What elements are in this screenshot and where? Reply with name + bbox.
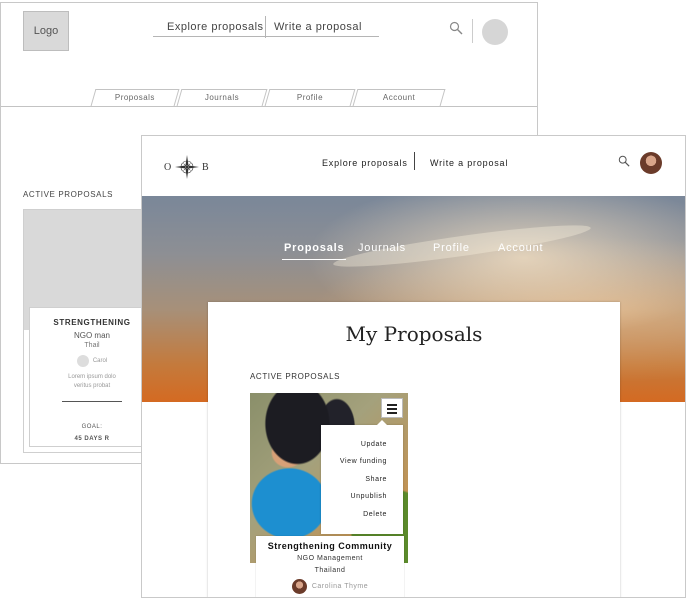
wireframe-card-lorem-2: veritus probat	[73, 383, 111, 389]
proposals-panel: My Proposals ACTIVE PROPOSALS Update Vie…	[208, 302, 620, 597]
menu-item-delete[interactable]: Delete	[363, 511, 387, 518]
site-logo[interactable]: O B	[164, 154, 210, 180]
nav-write-proposal[interactable]: Write a proposal	[430, 158, 508, 168]
wireframe-nav-divider	[265, 16, 266, 38]
card-dropdown-menu: Update View funding Share Unpublish Dele…	[321, 420, 403, 534]
wireframe-proposal-card[interactable]: STRENGTHENING NGO man Thail Carol Lorem …	[23, 209, 154, 453]
wireframe-nav: Explore proposals Write a proposal	[153, 16, 379, 38]
tab-proposals[interactable]: Proposals	[281, 242, 347, 260]
wireframe-tab-proposals[interactable]: Proposals	[90, 89, 180, 106]
wireframe-card-goal: GOAL:	[81, 424, 103, 430]
card-org: NGO Management	[297, 555, 363, 562]
avatar[interactable]	[482, 19, 508, 45]
wireframe-card-title: STRENGTHENING	[53, 318, 131, 327]
wireframe-card-org: NGO man	[73, 331, 110, 340]
wireframe-tab-journals[interactable]: Journals	[176, 89, 268, 106]
card-author-row: Carolina Thyme	[256, 579, 404, 594]
wireframe-card-lorem-1: Lorem ipsum dolo	[68, 374, 116, 380]
menu-caret	[377, 420, 387, 425]
page-title: My Proposals	[345, 322, 483, 346]
wireframe-tab-profile[interactable]: Profile	[264, 89, 356, 106]
tab-account[interactable]: Account	[498, 242, 543, 254]
search-icon[interactable]	[618, 154, 630, 172]
menu-icon[interactable]	[381, 398, 403, 418]
card-title[interactable]: Strengthening Community	[256, 541, 404, 551]
nav-divider	[414, 152, 415, 170]
main-tabs: Proposals Journals Profile Account	[142, 242, 685, 262]
logo-letter-right: B	[202, 162, 209, 173]
menu-item-unpublish[interactable]: Unpublish	[350, 493, 387, 500]
wireframe-tabs: Proposals Journals Profile Account	[1, 89, 537, 107]
wireframe-section-title: ACTIVE PROPOSALS	[23, 190, 114, 199]
avatar	[76, 355, 89, 367]
avatar[interactable]	[640, 152, 662, 174]
tab-profile[interactable]: Profile	[433, 242, 470, 254]
menu-item-share[interactable]: Share	[365, 476, 387, 483]
nav-explore-proposals[interactable]: Explore proposals	[322, 158, 408, 168]
section-title: ACTIVE PROPOSALS	[250, 372, 341, 381]
wireframe-card-days: 45 DAYS R	[74, 436, 110, 442]
compass-icon	[175, 155, 199, 179]
wireframe-header-divider	[472, 19, 473, 43]
wireframe-card-progress	[62, 401, 122, 402]
logo-letter-left: O	[164, 162, 172, 173]
wireframe-nav-write[interactable]: Write a proposal	[274, 21, 362, 33]
proposal-card-info: Strengthening Community NGO Management T…	[256, 536, 404, 597]
wireframe-card-country: Thail	[84, 342, 100, 349]
card-country: Thailand	[314, 567, 346, 574]
wireframe-nav-explore[interactable]: Explore proposals	[167, 21, 264, 33]
wireframe-card-info: STRENGTHENING NGO man Thail Carol Lorem …	[29, 307, 154, 447]
avatar	[291, 579, 307, 594]
wireframe-card-author-row: Carol	[30, 355, 154, 367]
card-author: Carolina Thyme	[311, 583, 369, 590]
wireframe-card-author: Carol	[92, 358, 108, 364]
wireframe-logo[interactable]: Logo	[23, 11, 69, 51]
tab-journals[interactable]: Journals	[358, 242, 406, 254]
wireframe-tab-account[interactable]: Account	[352, 89, 446, 106]
menu-item-view-funding[interactable]: View funding	[340, 458, 387, 465]
hifi-window: O B Explore proposals Write a proposal P…	[141, 135, 686, 598]
menu-item-update[interactable]: Update	[361, 441, 387, 448]
search-icon[interactable]	[449, 21, 463, 38]
